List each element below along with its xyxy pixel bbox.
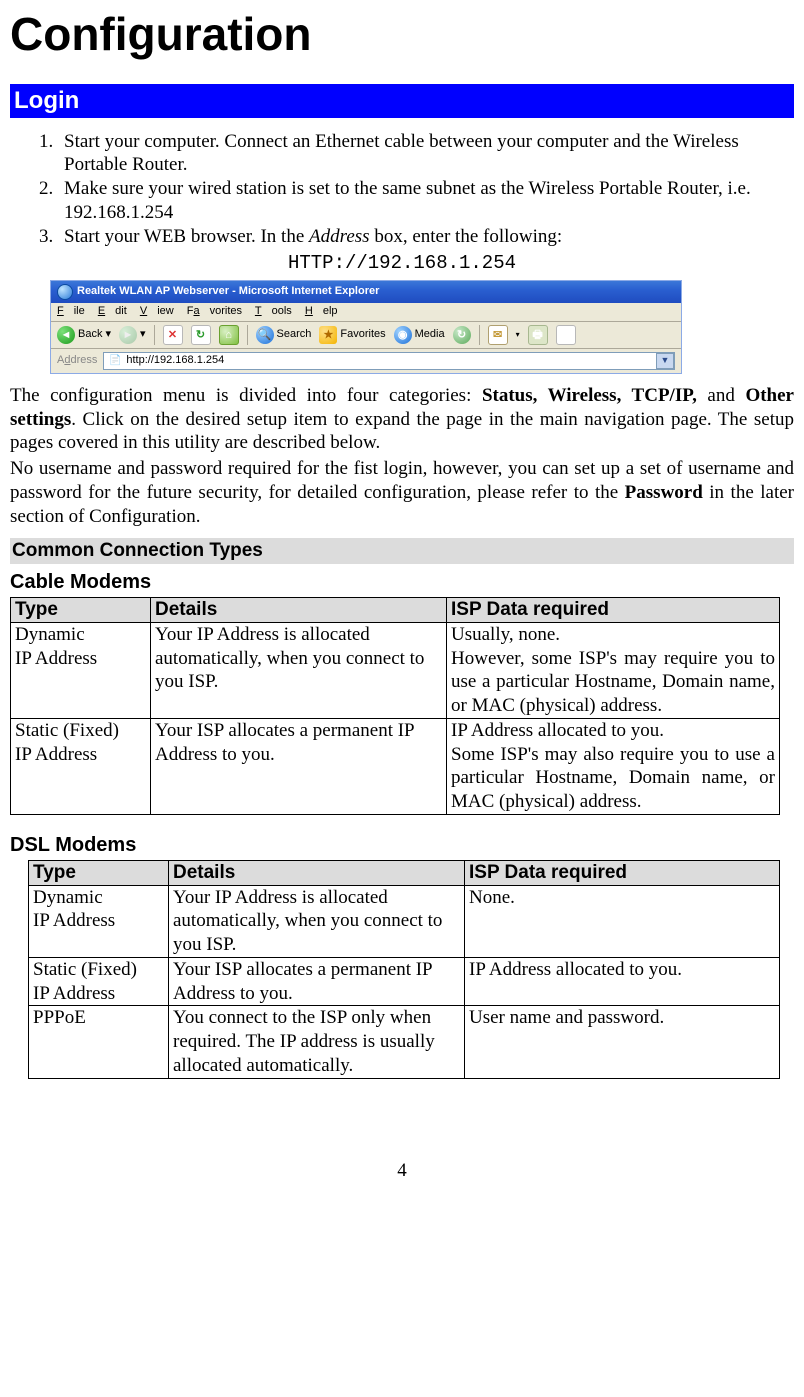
table-row: DynamicIP Address Your IP Address is all… (11, 622, 780, 718)
browser-titlebar: Realtek WLAN AP Webserver - Microsoft In… (51, 281, 681, 303)
login-heading: Login (10, 84, 794, 118)
col-isp: ISP Data required (465, 860, 780, 885)
menu-favorites[interactable]: Favorites (187, 305, 242, 317)
table-row: Static (Fixed)IP Address Your ISP alloca… (29, 957, 780, 1006)
history-icon[interactable]: ↻ (453, 326, 471, 344)
col-details: Details (151, 598, 447, 623)
media-icon: ◉ (394, 326, 412, 344)
menu-edit[interactable]: Edit (98, 305, 127, 317)
ie-icon (57, 284, 73, 300)
address-label: Address (57, 354, 97, 368)
star-icon: ★ (319, 326, 337, 344)
cable-table: Type Details ISP Data required DynamicIP… (10, 597, 780, 815)
home-icon[interactable]: ⌂ (219, 325, 239, 345)
cell-type: DynamicIP Address (11, 622, 151, 718)
menu-help[interactable]: Help (305, 305, 338, 317)
login-url: HTTP://192.168.1.254 (10, 252, 794, 276)
cell-isp: IP Address allocated to you.Some ISP's m… (447, 718, 780, 814)
intro-paragraph-1: The configuration menu is divided into f… (10, 384, 794, 455)
cell-isp: User name and password. (465, 1006, 780, 1078)
cell-isp: IP Address allocated to you. (465, 957, 780, 1006)
address-input[interactable]: 📄 http://192.168.1.254 ▼ (103, 352, 675, 370)
bold-password: Password (625, 482, 703, 503)
separator (247, 325, 248, 345)
intro-paragraph-2: No username and password required for th… (10, 457, 794, 528)
cell-type: Static (Fixed)IP Address (29, 957, 169, 1006)
edit-icon[interactable]: ✎ (556, 325, 576, 345)
forward-icon: ► (119, 326, 137, 344)
mail-icon[interactable]: ✉ (488, 325, 508, 345)
cell-isp: None. (465, 885, 780, 957)
favorites-button[interactable]: ★Favorites (319, 326, 385, 344)
page-icon: 📄 (108, 354, 122, 368)
stop-icon[interactable]: ✕ (163, 325, 183, 345)
col-type: Type (29, 860, 169, 885)
menu-view[interactable]: View (140, 305, 174, 317)
dsl-heading: DSL Modems (10, 833, 794, 858)
browser-menubar: File Edit View Favorites Tools Help (51, 303, 681, 322)
back-button[interactable]: ◄Back ▾ (57, 326, 111, 344)
emphasis-address: Address (309, 226, 370, 247)
table-row: Static (Fixed)IP Address Your ISP alloca… (11, 718, 780, 814)
col-details: Details (169, 860, 465, 885)
separator (154, 325, 155, 345)
cell-type: DynamicIP Address (29, 885, 169, 957)
cell-details: Your IP Address is allocated automatical… (169, 885, 465, 957)
browser-window: Realtek WLAN AP Webserver - Microsoft In… (50, 280, 682, 374)
media-button[interactable]: ◉Media (394, 326, 445, 344)
cell-details: Your ISP allocates a permanent IP Addres… (169, 957, 465, 1006)
browser-addressbar: Address 📄 http://192.168.1.254 ▼ (51, 349, 681, 373)
menu-file[interactable]: File (57, 305, 85, 317)
address-value: http://192.168.1.254 (126, 354, 224, 368)
table-header-row: Type Details ISP Data required (29, 860, 780, 885)
browser-title-text: Realtek WLAN AP Webserver - Microsoft In… (77, 285, 379, 299)
page-title: Configuration (10, 6, 794, 64)
step-item: Make sure your wired station is set to t… (58, 177, 794, 225)
forward-button[interactable]: ► ▾ (119, 326, 146, 344)
table-row: PPPoE You connect to the ISP only when r… (29, 1006, 780, 1078)
cell-type: Static (Fixed)IP Address (11, 718, 151, 814)
table-header-row: Type Details ISP Data required (11, 598, 780, 623)
refresh-icon[interactable]: ↻ (191, 325, 211, 345)
dropdown-icon[interactable]: ▼ (656, 353, 674, 369)
cell-details: Your IP Address is allocated automatical… (151, 622, 447, 718)
col-type: Type (11, 598, 151, 623)
table-row: DynamicIP Address Your IP Address is all… (29, 885, 780, 957)
separator (479, 325, 480, 345)
cable-heading: Cable Modems (10, 570, 794, 595)
step-item: Start your computer. Connect an Ethernet… (58, 130, 794, 178)
menu-tools[interactable]: Tools (255, 305, 292, 317)
search-icon: 🔍 (256, 326, 274, 344)
search-button[interactable]: 🔍Search (256, 326, 312, 344)
dsl-table: Type Details ISP Data required DynamicIP… (28, 860, 780, 1079)
cell-isp: Usually, none.However, some ISP's may re… (447, 622, 780, 718)
login-steps: Start your computer. Connect an Ethernet… (10, 130, 794, 249)
col-isp: ISP Data required (447, 598, 780, 623)
bold-categories: Status, Wireless, TCP/IP, (482, 385, 697, 406)
common-connection-heading: Common Connection Types (10, 538, 794, 564)
cell-details: Your ISP allocates a permanent IP Addres… (151, 718, 447, 814)
page-number: 4 (10, 1159, 794, 1183)
cell-type: PPPoE (29, 1006, 169, 1078)
print-icon[interactable]: 🖶 (528, 325, 548, 345)
cell-details: You connect to the ISP only when require… (169, 1006, 465, 1078)
step-item: Start your WEB browser. In the Address b… (58, 225, 794, 249)
browser-toolbar: ◄Back ▾ ► ▾ ✕ ↻ ⌂ 🔍Search ★Favorites ◉Me… (51, 322, 681, 349)
back-icon: ◄ (57, 326, 75, 344)
